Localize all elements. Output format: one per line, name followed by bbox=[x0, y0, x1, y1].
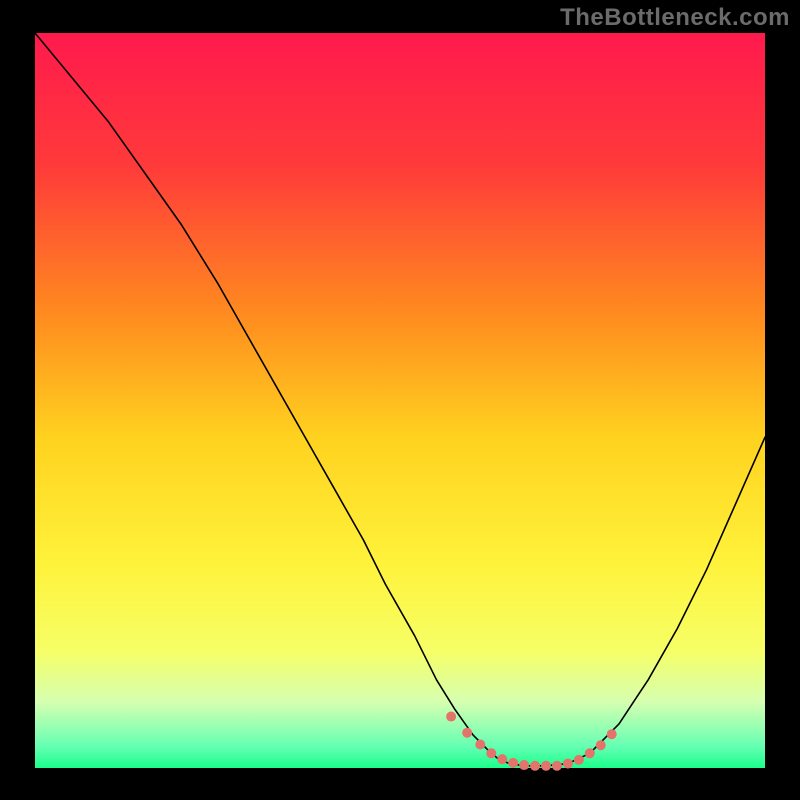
chart-background bbox=[35, 33, 765, 768]
watermark-text: TheBottleneck.com bbox=[560, 4, 790, 32]
chart-stage: TheBottleneck.com bbox=[0, 0, 800, 800]
bottleneck-chart bbox=[0, 0, 800, 800]
